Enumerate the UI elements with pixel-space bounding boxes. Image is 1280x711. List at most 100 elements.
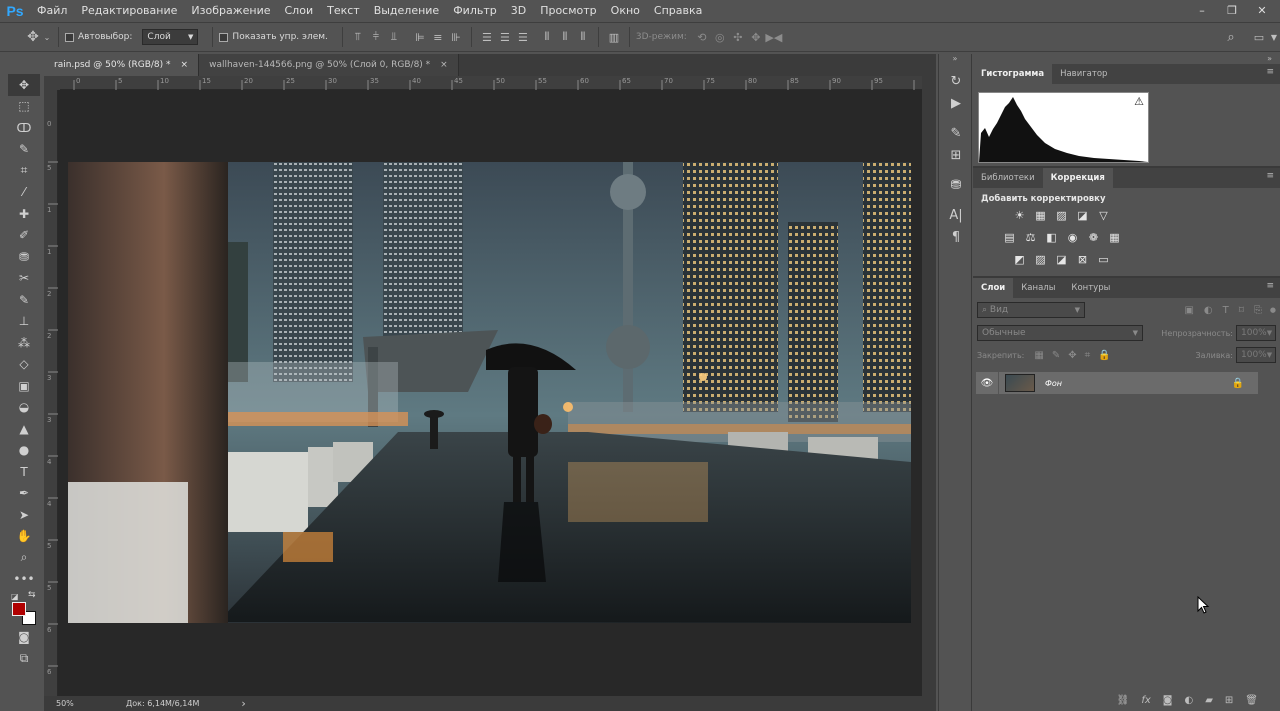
lock-artboard-icon[interactable]: ⌗ bbox=[1085, 350, 1099, 361]
photo-filter-icon[interactable]: ◉ bbox=[1066, 231, 1079, 244]
layer-row-background[interactable]: 👁 Фон 🔒 bbox=[976, 372, 1258, 394]
hue-saturation-icon[interactable]: ▤ bbox=[1003, 231, 1016, 244]
show-controls-checkbox[interactable] bbox=[219, 32, 229, 42]
filter-pixel-icon[interactable]: ▣ bbox=[1184, 305, 1193, 316]
distribute-bottom-icon[interactable]: ☰ bbox=[514, 28, 532, 46]
tab-libraries[interactable]: Библиотеки bbox=[973, 168, 1043, 188]
align-vcenter-icon[interactable]: ⫩ bbox=[367, 28, 385, 46]
clone-source-panel-icon[interactable]: ⛃ bbox=[939, 174, 973, 196]
distribute-right-icon[interactable]: ⦀ bbox=[574, 28, 592, 46]
filter-toggle-icon[interactable]: ● bbox=[1270, 306, 1276, 314]
minimize-button[interactable]: – bbox=[1188, 2, 1216, 18]
brightness-icon[interactable]: ☀ bbox=[1013, 209, 1026, 222]
visibility-eye-icon[interactable]: 👁 bbox=[976, 378, 998, 389]
menu-filter[interactable]: Фильтр bbox=[446, 0, 504, 22]
brush-panel-icon[interactable]: ✎ bbox=[939, 122, 973, 144]
color-balance-icon[interactable]: ⚖ bbox=[1024, 231, 1037, 244]
vibrance-icon[interactable]: ▽ bbox=[1097, 209, 1110, 222]
collapse-dock-icon[interactable]: » bbox=[939, 54, 971, 70]
slide-3d-icon[interactable]: ✥ bbox=[747, 28, 765, 46]
filter-shape-icon[interactable]: ⌑ bbox=[1239, 305, 1244, 316]
drag-3d-icon[interactable]: ✣ bbox=[729, 28, 747, 46]
history-brush-tool-icon[interactable]: ✂ bbox=[8, 268, 40, 290]
crop-tool-icon[interactable]: ⌗ bbox=[8, 160, 40, 182]
roll-3d-icon[interactable]: ◎ bbox=[711, 28, 729, 46]
align-bottom-icon[interactable]: ⫫ bbox=[385, 28, 403, 46]
lock-icon[interactable]: 🔒 bbox=[1232, 378, 1244, 389]
auto-align-icon[interactable]: ▥ bbox=[605, 28, 623, 46]
eraser-tool-icon[interactable]: ✎ bbox=[8, 289, 40, 311]
actions-panel-icon[interactable]: ▶ bbox=[939, 92, 973, 114]
screen-mode-icon[interactable]: ⧉ bbox=[8, 648, 40, 670]
autoselect-checkbox[interactable] bbox=[65, 32, 74, 42]
curves-icon[interactable]: ▨ bbox=[1055, 209, 1068, 222]
pen-tool-icon[interactable]: ✒ bbox=[8, 483, 40, 505]
filter-type-icon[interactable]: T bbox=[1223, 305, 1229, 316]
clone-stamp-tool-icon[interactable]: ⛃ bbox=[8, 246, 40, 268]
layer-filter-dropdown[interactable]: ⌕ Вид ▼ bbox=[977, 302, 1085, 318]
warning-icon[interactable]: ⚠ bbox=[1134, 95, 1144, 108]
fill-field[interactable]: 100% ▼ bbox=[1236, 347, 1276, 363]
zoom-tool-icon[interactable]: ⌕ bbox=[8, 547, 40, 569]
chevron-down-icon[interactable]: ⌄ bbox=[42, 28, 52, 46]
more-tools-icon[interactable]: ••• bbox=[8, 569, 40, 591]
default-colors-icon[interactable]: ◪ bbox=[11, 592, 19, 601]
lock-transparent-icon[interactable]: ▦ bbox=[1034, 350, 1051, 361]
threshold-icon[interactable]: ◪ bbox=[1055, 253, 1068, 266]
menu-type[interactable]: Текст bbox=[320, 0, 367, 22]
layer-style-fx-icon[interactable]: fx bbox=[1141, 695, 1150, 706]
menu-window[interactable]: Окно bbox=[604, 0, 647, 22]
channel-mixer-icon[interactable]: ❁ bbox=[1087, 231, 1100, 244]
move-tool-preset-icon[interactable]: ✥ bbox=[24, 28, 42, 46]
sharpen-tool-icon[interactable]: ▲ bbox=[8, 418, 40, 440]
foreground-color-swatch[interactable] bbox=[12, 602, 26, 616]
menu-select[interactable]: Выделение bbox=[367, 0, 447, 22]
menu-file[interactable]: Файл bbox=[30, 0, 74, 22]
filter-smart-icon[interactable]: ⎘ bbox=[1254, 305, 1262, 316]
scale-3d-icon[interactable]: ▶◀ bbox=[765, 28, 783, 46]
layer-name[interactable]: Фон bbox=[1045, 379, 1062, 388]
zoom-level[interactable]: 50% bbox=[44, 699, 94, 708]
paragraph-panel-icon[interactable]: ¶ bbox=[939, 226, 973, 248]
close-icon[interactable]: × bbox=[440, 60, 448, 70]
marquee-tool-icon[interactable]: ⬚ bbox=[8, 96, 40, 118]
distribute-left-icon[interactable]: ⦀ bbox=[538, 28, 556, 46]
art-brush-tool-icon[interactable]: ⁂ bbox=[8, 332, 40, 354]
selective-color-icon[interactable]: ⊠ bbox=[1076, 253, 1089, 266]
chevron-down-icon[interactable]: ▼ bbox=[1268, 28, 1280, 46]
lock-position-icon[interactable]: ✥ bbox=[1068, 350, 1084, 361]
quick-mask-icon[interactable]: ◙ bbox=[8, 626, 40, 648]
gradient-tool-icon[interactable]: ▣ bbox=[8, 375, 40, 397]
eyedropper-tool-icon[interactable]: ⁄ bbox=[8, 182, 40, 204]
restore-button[interactable]: ❐ bbox=[1218, 2, 1246, 18]
orbit-3d-icon[interactable]: ⟲ bbox=[693, 28, 711, 46]
history-panel-icon[interactable]: ↻ bbox=[939, 70, 973, 92]
quick-select-tool-icon[interactable]: ✎ bbox=[8, 139, 40, 161]
align-top-icon[interactable]: ⫪ bbox=[349, 28, 367, 46]
exposure-icon[interactable]: ◪ bbox=[1076, 209, 1089, 222]
menu-3d[interactable]: 3D bbox=[504, 0, 533, 22]
distribute-top-icon[interactable]: ☰ bbox=[478, 28, 496, 46]
stamp-tool-icon[interactable]: ⊥ bbox=[8, 311, 40, 333]
tab-histogram[interactable]: Гистограмма bbox=[973, 64, 1053, 84]
status-menu-arrow[interactable]: › bbox=[241, 697, 245, 710]
menu-layers[interactable]: Слои bbox=[278, 0, 321, 22]
new-group-icon[interactable]: ▰ bbox=[1205, 695, 1213, 706]
character-panel-icon[interactable]: A| bbox=[939, 204, 973, 226]
distribute-hcenter-icon[interactable]: ⦀ bbox=[556, 28, 574, 46]
invert-icon[interactable]: ◩ bbox=[1013, 253, 1026, 266]
blur-tool-icon[interactable]: ◒ bbox=[8, 397, 40, 419]
menu-help[interactable]: Справка bbox=[647, 0, 709, 22]
autoselect-dropdown[interactable]: Слой ▼ bbox=[142, 29, 199, 45]
filter-adjustment-icon[interactable]: ◐ bbox=[1204, 305, 1213, 316]
menu-image[interactable]: Изображение bbox=[184, 0, 277, 22]
tab-layers[interactable]: Слои bbox=[973, 278, 1014, 298]
eraser-alt-tool-icon[interactable]: ◇ bbox=[8, 354, 40, 376]
close-window-button[interactable]: ✕ bbox=[1248, 2, 1276, 18]
vertical-scrollbar[interactable] bbox=[922, 76, 936, 696]
posterize-icon[interactable]: ▨ bbox=[1034, 253, 1047, 266]
workspace-icon[interactable]: ▭ bbox=[1250, 28, 1268, 46]
panel-menu-icon[interactable]: ≡ bbox=[1266, 281, 1274, 291]
tab-rain-psd[interactable]: rain.psd @ 50% (RGB/8) * × bbox=[44, 54, 200, 76]
hand-tool-icon[interactable]: ✋ bbox=[8, 526, 40, 548]
